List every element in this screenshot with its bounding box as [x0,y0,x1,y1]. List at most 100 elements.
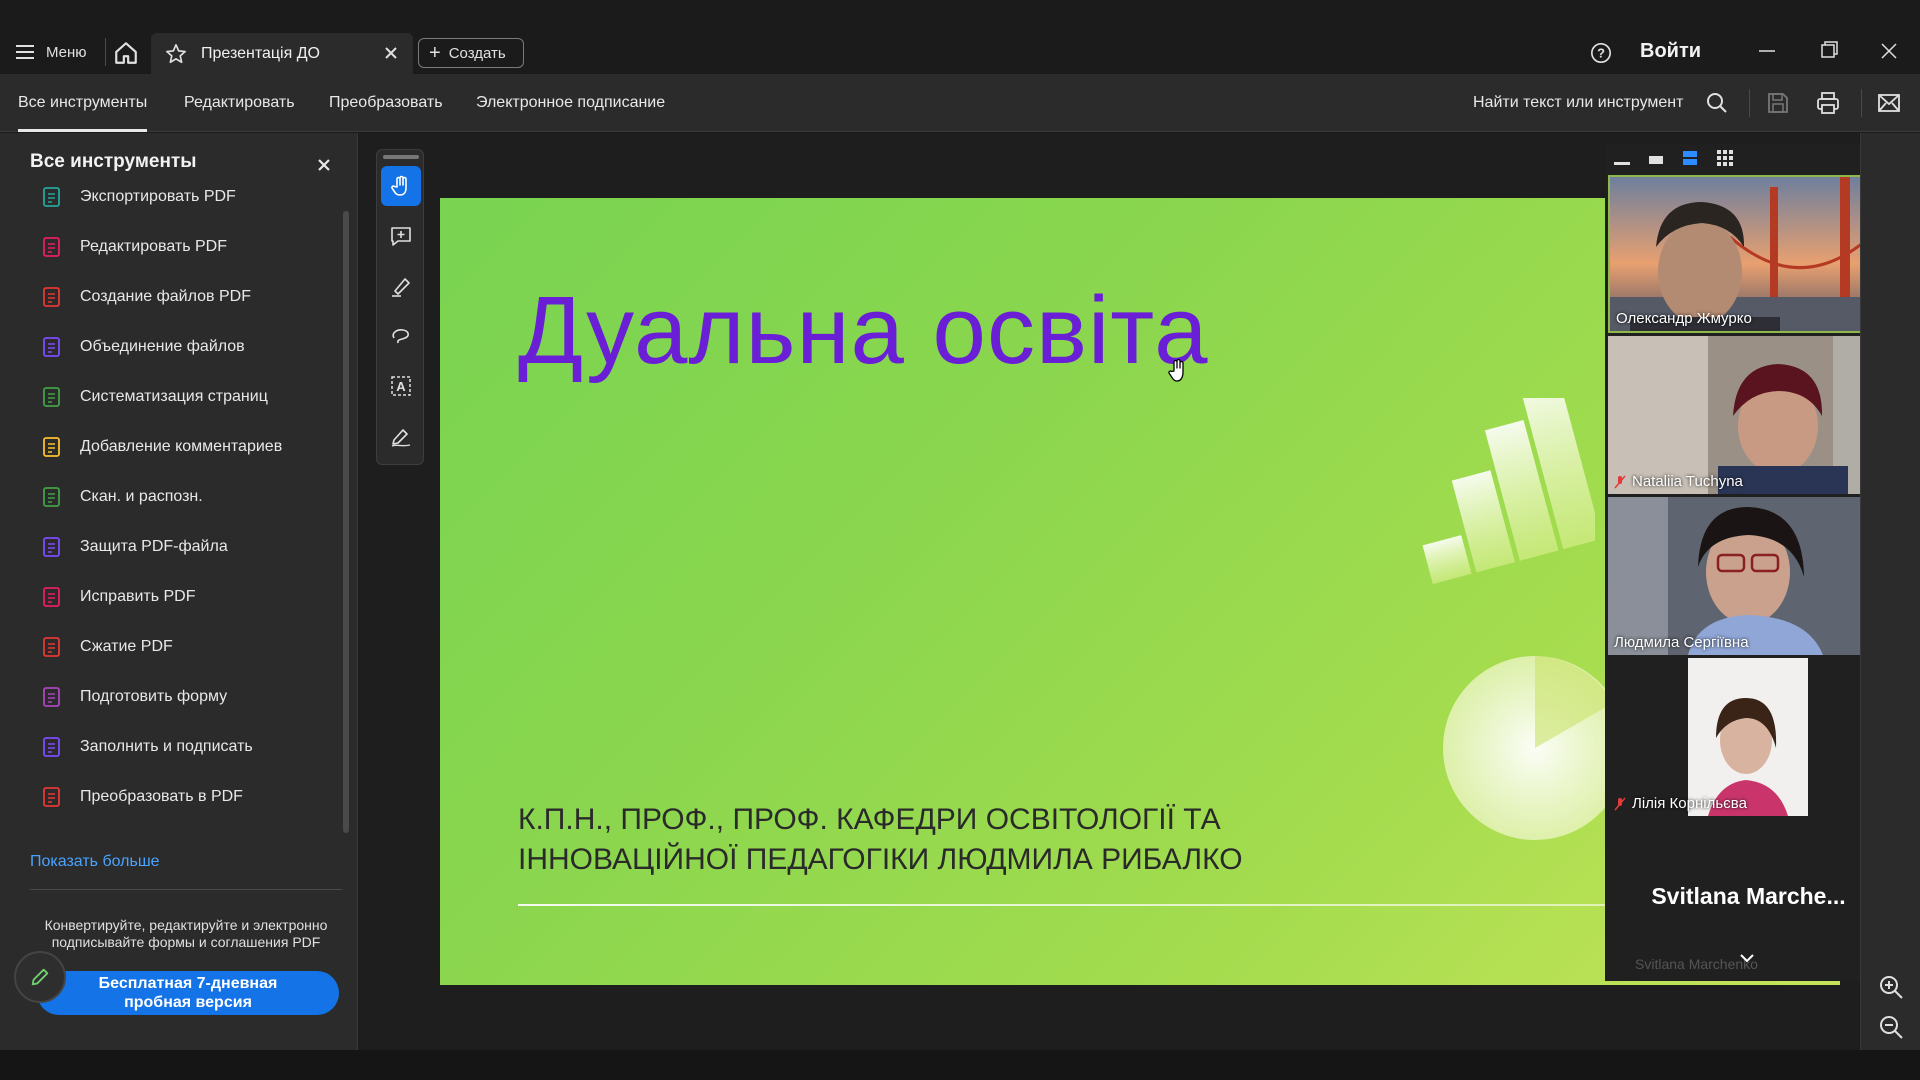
show-more-link[interactable]: Показать больше [30,853,160,871]
tab-convert[interactable]: Преобразовать [329,94,443,112]
sidebar-scrollbar[interactable] [343,211,349,833]
right-rail [1860,133,1920,1050]
close-sidebar-icon[interactable] [315,156,333,174]
tab-edit[interactable]: Редактировать [184,94,295,112]
close-tab-icon[interactable] [381,43,401,63]
speaker-view-icon[interactable] [1647,151,1665,167]
pencil-icon [31,968,49,986]
participant-tile[interactable]: Людмила Сергіївна [1608,497,1889,655]
participant-tile[interactable]: Лілія Корнільєва [1608,658,1889,816]
sidebar-tool-item[interactable]: Добавление комментариев [40,431,330,463]
main-toolbar: Все инструменты Редактировать Преобразов… [0,74,1920,132]
sign-pen-icon [391,429,411,447]
slide-subtitle: К.П.Н., ПРОФ., ПРОФ. КАФЕДРИ ОСВІТОЛОГІЇ… [518,800,1718,880]
sidebar-tool-item[interactable]: Преобразовать в PDF [40,781,330,813]
highlight-tool[interactable] [381,266,421,306]
participant-video [1688,658,1808,816]
sidebar-tool-item[interactable]: Исправить PDF [40,581,330,613]
tab-esign[interactable]: Электронное подписание [476,94,665,112]
minimize-icon[interactable] [1752,38,1782,64]
plus-icon: + [429,42,441,64]
menu-button[interactable]: Меню [16,38,87,66]
tool-icon [43,587,60,607]
sidebar-tool-item[interactable]: Подготовить форму [40,681,330,713]
strip-view-icon[interactable] [1681,149,1699,167]
print-icon[interactable] [1815,90,1841,116]
add-comment-tool[interactable] [381,216,421,256]
tools-sidebar: Все инструменты Экспортировать PDF Редакт… [0,133,358,1050]
search-icon[interactable] [1704,90,1730,116]
sidebar-tool-label: Подготовить форму [80,688,228,705]
subtitle-line-1: К.П.Н., ПРОФ., ПРОФ. КАФЕДРИ ОСВІТОЛОГІЇ… [518,803,1221,836]
subtitle-line-2: ІННОВАЦІЙНОЇ ПЕДАГОГІКИ ЛЮДМИЛА РИБАЛКО [518,843,1243,876]
restore-icon[interactable] [1814,38,1844,64]
bar-graphic-icon [1422,398,1595,585]
create-button[interactable]: + Создать [418,38,524,68]
sidebar-tool-label: Экспортировать PDF [80,188,236,205]
sidebar-tool-item[interactable]: Создание файлов PDF [40,281,330,313]
sidebar-tool-label: Объединение файлов [80,338,245,355]
hamburger-icon [16,45,34,59]
video-call-panel: Олександр Жмурко Nataliia Tuchyna Людмил… [1605,143,1892,981]
sidebar-tool-item[interactable]: Защита PDF-файла [40,531,330,563]
slide-title: Дуальна освіта [518,277,1209,384]
sidebar-tool-item[interactable]: Сжатие PDF [40,631,330,663]
sidebar-tool-label: Скан. и распозн. [80,488,203,505]
tool-icon [43,687,60,707]
chevron-down-icon[interactable] [1739,953,1755,963]
zoom-out-icon[interactable] [1877,1013,1905,1041]
gallery-view-icon[interactable] [1716,149,1734,167]
divider [1749,89,1750,117]
highlighter-icon [392,278,410,297]
sidebar-tool-label: Систематизация страниц [80,388,268,405]
edit-fab-button[interactable] [14,951,66,1003]
draw-tool[interactable] [381,316,421,356]
document-tab[interactable]: Презентація ДО [151,33,413,74]
sidebar-tool-item[interactable]: Экспортировать PDF [40,181,330,213]
free-trial-button[interactable]: Бесплатная 7-дневная пробная версия [37,971,339,1015]
tool-icon [43,737,60,757]
svg-text:?: ? [1597,46,1605,61]
sidebar-tool-item[interactable]: Редактировать PDF [40,231,330,263]
bottom-strip [0,1050,1920,1080]
signin-button[interactable]: Войти [1640,40,1701,63]
text-box-icon: A [391,376,411,396]
sidebar-title: Все инструменты [30,151,197,172]
tab-title: Презентація ДО [201,44,320,62]
find-tool-search[interactable]: Найти текст или инструмент [1473,94,1683,112]
sidebar-tool-item[interactable]: Систематизация страниц [40,381,330,413]
text-box-tool[interactable]: A [381,366,421,406]
menu-label: Меню [46,43,87,61]
tool-icon [43,537,60,557]
hand-tool-button[interactable] [381,166,421,206]
drag-handle[interactable] [383,155,419,159]
trial-line-1: Бесплатная 7-дневная [98,975,278,992]
minimize-video-icon[interactable] [1613,151,1631,167]
help-icon[interactable]: ? [1590,42,1612,64]
participant-video [1608,336,1889,494]
sidebar-tool-item[interactable]: Заполнить и подписать [40,731,330,763]
sidebar-tool-item[interactable]: Объединение файлов [40,331,330,363]
muted-mic-icon [1614,797,1626,810]
tool-icon [43,337,60,357]
tool-icon [43,437,60,457]
star-icon[interactable] [165,43,187,65]
save-icon[interactable] [1765,90,1791,116]
participant-tile[interactable]: Nataliia Tuchyna [1608,336,1889,494]
sidebar-tool-label: Создание файлов PDF [80,288,251,305]
divider [1861,89,1862,117]
sidebar-tool-item[interactable]: Скан. и распозн. [40,481,330,513]
sidebar-tool-label: Редактировать PDF [80,238,227,255]
participant-tile[interactable]: Олександр Жмурко [1608,175,1889,333]
email-icon[interactable] [1876,90,1902,116]
participant-name: Олександр Жмурко [1616,310,1752,327]
sign-tool[interactable] [381,416,421,456]
home-icon[interactable] [113,40,139,66]
tool-icon [43,637,60,657]
close-window-icon[interactable] [1874,38,1904,64]
zoom-in-icon[interactable] [1877,973,1905,1001]
tab-all-tools[interactable]: Все инструменты [18,94,148,132]
quick-tools-bar: A [376,149,424,465]
sidebar-tool-label: Заполнить и подписать [80,738,253,755]
participant-name: Лілія Корнільєва [1614,795,1747,812]
